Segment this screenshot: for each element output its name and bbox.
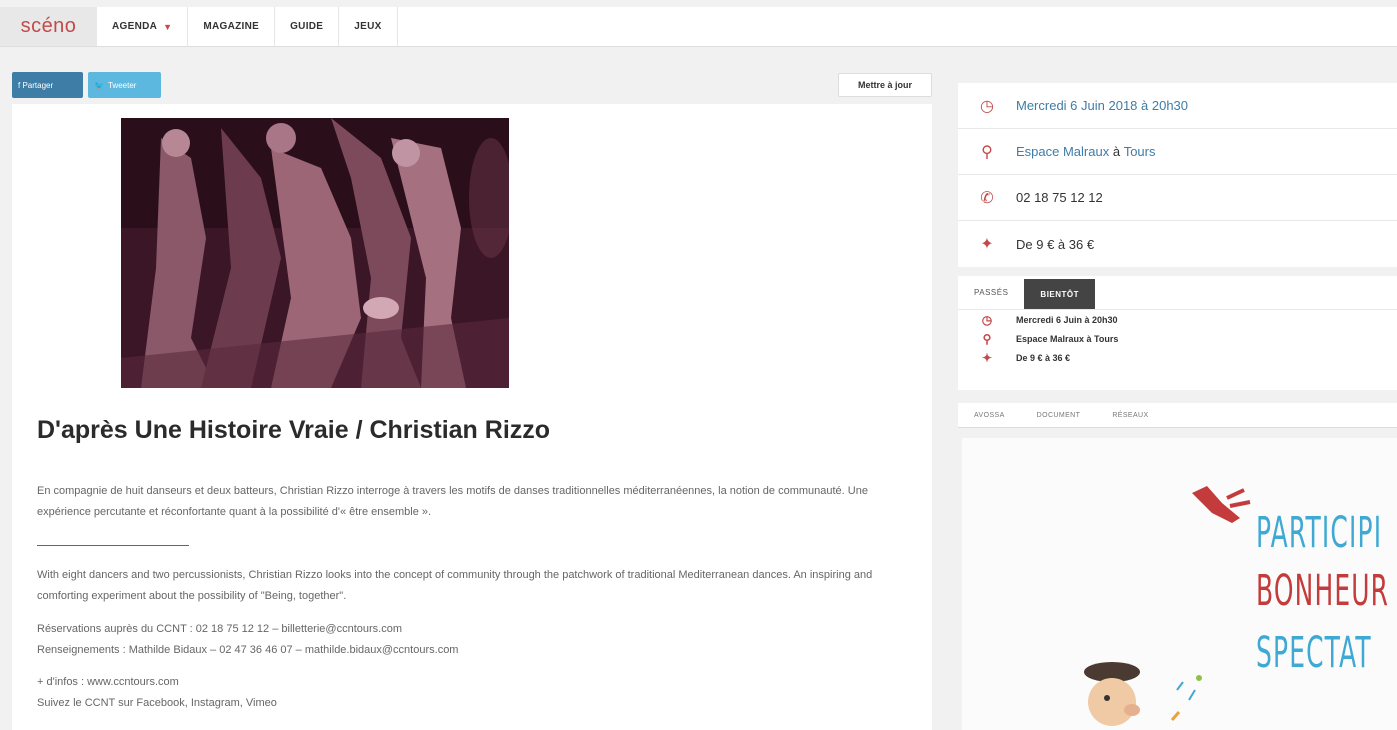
dates-tabs: PASSÉS BIENTÔT bbox=[958, 276, 1397, 310]
ad-line-2: BONHEUR bbox=[1256, 566, 1390, 616]
hand-icon bbox=[1192, 486, 1251, 523]
top-nav: scéno AGENDA ▼ MAGAZINE GUIDE JEUX bbox=[0, 7, 1397, 47]
upcoming-price-row: ✦ De 9 € à 36 € bbox=[958, 348, 1397, 367]
description-fr: En compagnie de huit danseurs et deux ba… bbox=[37, 485, 868, 518]
tab-passes[interactable]: PASSÉS bbox=[958, 276, 1024, 309]
dates-tabs-card: PASSÉS BIENTÔT ◷ Mercredi 6 Juin à 20h30… bbox=[958, 276, 1397, 390]
description-en: With eight dancers and two percussionist… bbox=[37, 569, 873, 602]
character-illustration bbox=[1084, 662, 1202, 726]
nav-guide[interactable]: GUIDE bbox=[275, 7, 340, 46]
upcoming-price: De 9 € à 36 € bbox=[1016, 352, 1071, 363]
info-venue-sep: à bbox=[1109, 144, 1124, 159]
nav-magazine[interactable]: MAGAZINE bbox=[188, 7, 276, 46]
renseignements-text: Renseignements : Mathilde Bidaux – 02 47… bbox=[37, 644, 459, 656]
tab-avossa[interactable]: AVOSSA bbox=[958, 412, 1021, 419]
twitter-icon: 🐦 bbox=[94, 80, 104, 90]
twitter-share-button[interactable]: 🐦 Tweeter bbox=[88, 72, 161, 98]
event-article: D'après Une Histoire Vraie / Christian R… bbox=[12, 104, 932, 730]
info-venue-link[interactable]: Espace Malraux bbox=[1016, 144, 1109, 159]
info-date-row: ◷ Mercredi 6 Juin 2018 à 20h30 bbox=[958, 83, 1397, 129]
caret-down-icon: ▼ bbox=[163, 21, 173, 32]
event-info-card: ◷ Mercredi 6 Juin 2018 à 20h30 ⚲ Espace … bbox=[958, 83, 1397, 267]
event-photo bbox=[121, 118, 513, 388]
contact-block: Réservations auprès du CCNT : 02 18 75 1… bbox=[37, 619, 458, 661]
info-phone-row: ✆ 02 18 75 12 12 bbox=[958, 175, 1397, 221]
ad-banner[interactable]: PARTICIPI BONHEUR SPECTAT bbox=[962, 438, 1397, 730]
ad-line-3: SPECTAT bbox=[1256, 628, 1372, 678]
infos-text: + d'infos : www.ccntours.com bbox=[37, 676, 179, 688]
ad-line-1: PARTICIPI bbox=[1256, 508, 1383, 558]
info-price-row: ✦ De 9 € à 36 € bbox=[958, 221, 1397, 267]
tab-reseaux[interactable]: RÉSEAUX bbox=[1096, 412, 1164, 419]
map-pin-icon: ⚲ bbox=[982, 331, 992, 346]
facebook-share-button[interactable]: f Partager bbox=[12, 72, 83, 98]
ticket-icon: ✦ bbox=[980, 236, 994, 253]
nav-agenda-label: AGENDA bbox=[112, 21, 158, 32]
secondary-tabs: AVOSSA DOCUMENT RÉSEAUX bbox=[958, 403, 1397, 428]
reservations-text: Réservations auprès du CCNT : 02 18 75 1… bbox=[37, 623, 402, 635]
nav-jeux[interactable]: JEUX bbox=[339, 7, 398, 46]
links-block: + d'infos : www.ccntours.com Suivez le C… bbox=[37, 672, 277, 714]
event-title: D'après Une Histoire Vraie / Christian R… bbox=[37, 416, 551, 444]
clock-icon: ◷ bbox=[980, 97, 994, 115]
ticket-icon: ✦ bbox=[981, 350, 993, 365]
phone-icon: ✆ bbox=[980, 189, 994, 207]
info-city-link[interactable]: Tours bbox=[1124, 144, 1156, 159]
info-price: De 9 € à 36 € bbox=[1016, 236, 1095, 252]
upcoming-date: Mercredi 6 Juin à 20h30 bbox=[1016, 314, 1118, 325]
twitter-share-label: Tweeter bbox=[107, 80, 137, 90]
clock-icon: ◷ bbox=[981, 312, 993, 327]
info-venue-row: ⚲ Espace Malraux à Tours bbox=[958, 129, 1397, 175]
divider bbox=[37, 545, 189, 546]
follow-text: Suivez le CCNT sur Facebook, Instagram, … bbox=[37, 697, 277, 709]
map-pin-icon: ⚲ bbox=[981, 143, 993, 161]
info-phone: 02 18 75 12 12 bbox=[1016, 190, 1103, 205]
site-logo[interactable]: scéno bbox=[0, 7, 97, 46]
tab-document[interactable]: DOCUMENT bbox=[1021, 412, 1097, 419]
upcoming-date-row: ◷ Mercredi 6 Juin à 20h30 bbox=[958, 310, 1397, 329]
upcoming-venue-row: ⚲ Espace Malraux à Tours bbox=[958, 329, 1397, 348]
update-button[interactable]: Mettre à jour bbox=[838, 73, 932, 97]
dancers-photo bbox=[121, 118, 513, 388]
upcoming-venue: Espace Malraux à Tours bbox=[1016, 333, 1119, 344]
info-date[interactable]: Mercredi 6 Juin 2018 à 20h30 bbox=[1016, 98, 1188, 113]
nav-agenda[interactable]: AGENDA ▼ bbox=[97, 7, 189, 46]
tab-bientot[interactable]: BIENTÔT bbox=[1024, 279, 1096, 309]
